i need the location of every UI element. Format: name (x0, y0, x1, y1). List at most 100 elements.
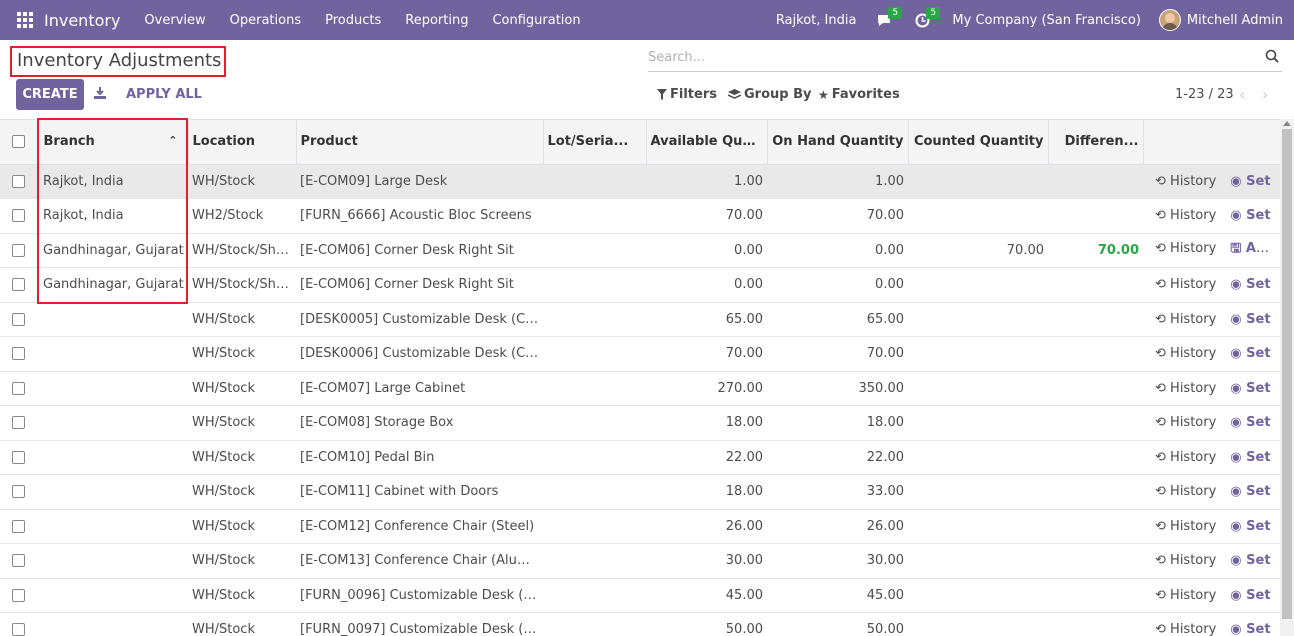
table-row[interactable]: WH/Stock [DESK0006] Customizable Desk (Cu… (0, 336, 1280, 372)
history-button[interactable]: ⟲ History (1155, 622, 1216, 636)
cell-counted-quantity[interactable] (908, 405, 1048, 441)
user-avatar[interactable] (1158, 9, 1181, 31)
row-checkbox[interactable] (0, 233, 37, 268)
apply-button[interactable]: 🖫 Apply (1230, 241, 1280, 256)
download-icon[interactable] (93, 86, 107, 100)
set-button[interactable]: ◉ Set (1230, 588, 1270, 603)
favorites-button[interactable]: ★ Favorites (818, 87, 900, 102)
branch-switcher[interactable]: Rajkot, India (776, 13, 857, 28)
row-checkbox[interactable] (0, 474, 37, 510)
set-button[interactable]: ◉ Set (1230, 174, 1270, 189)
row-checkbox[interactable] (0, 302, 37, 337)
menu-configuration[interactable]: Configuration (480, 13, 592, 28)
cell-counted-quantity[interactable] (908, 371, 1048, 406)
row-checkbox[interactable] (0, 405, 37, 441)
table-row[interactable]: WH/Stock [DESK0005] Customizable Desk (Cu… (0, 302, 1280, 337)
column-branch[interactable]: Branch ⌃ (36, 120, 188, 165)
pager-value[interactable]: 1-23 / 23 (1175, 87, 1234, 102)
filters-button[interactable]: Filters (657, 87, 717, 102)
row-checkbox[interactable] (0, 371, 37, 406)
set-button[interactable]: ◉ Set (1230, 381, 1270, 396)
cell-counted-quantity[interactable] (908, 336, 1048, 372)
set-button[interactable]: ◉ Set (1230, 519, 1270, 534)
cell-counted-quantity[interactable] (908, 578, 1048, 613)
search-input[interactable] (648, 44, 1248, 70)
table-row[interactable]: WH/Stock [E-COM08] Storage Box 18.00 18.00 ⟲… (0, 405, 1280, 441)
scroll-thumb[interactable] (1282, 129, 1292, 619)
table-row[interactable]: WH/Stock [E-COM07] Large Cabinet 270.00 350… (0, 371, 1280, 406)
row-checkbox[interactable] (0, 267, 37, 303)
history-button[interactable]: ⟲ History (1155, 277, 1216, 292)
history-button[interactable]: ⟲ History (1155, 241, 1216, 256)
apps-menu-icon[interactable] (17, 12, 33, 28)
history-button[interactable]: ⟲ History (1155, 174, 1216, 189)
menu-overview[interactable]: Overview (132, 13, 217, 28)
user-menu[interactable]: Mitchell Admin (1187, 13, 1283, 28)
menu-operations[interactable]: Operations (218, 13, 313, 28)
history-button[interactable]: ⟲ History (1155, 381, 1216, 396)
history-button[interactable]: ⟲ History (1155, 208, 1216, 223)
messages-menu[interactable]: 5 (870, 0, 903, 40)
activities-menu[interactable]: 5 (908, 0, 941, 40)
cell-counted-quantity[interactable] (908, 164, 1048, 199)
table-row[interactable]: WH/Stock [FURN_0097] Customizable Desk (S… (0, 612, 1280, 636)
history-button[interactable]: ⟲ History (1155, 553, 1216, 568)
cell-counted-quantity[interactable] (908, 302, 1048, 337)
menu-reporting[interactable]: Reporting (393, 13, 480, 28)
apply-all-button[interactable]: APPLY ALL (126, 87, 202, 102)
column-product[interactable]: Product (295, 120, 543, 165)
set-button[interactable]: ◉ Set (1230, 553, 1270, 568)
column-available-quantity[interactable]: Available Quantity (645, 120, 767, 165)
history-button[interactable]: ⟲ History (1155, 519, 1216, 534)
cell-counted-quantity[interactable]: 70.00 (908, 233, 1048, 268)
table-row[interactable]: Rajkot, India WH/Stock [E-COM09] Large Des… (0, 164, 1280, 199)
search-icon[interactable] (1265, 49, 1279, 63)
row-checkbox[interactable] (0, 612, 37, 636)
column-difference[interactable]: Differen... (1047, 120, 1143, 165)
set-button[interactable]: ◉ Set (1230, 346, 1270, 361)
column-on-hand-quantity[interactable]: On Hand Quantity (766, 120, 908, 165)
group-by-button[interactable]: Group By (728, 87, 811, 102)
cell-counted-quantity[interactable] (908, 267, 1048, 303)
history-button[interactable]: ⟲ History (1155, 312, 1216, 327)
table-row[interactable]: WH/Stock [E-COM12] Conference Chair (Stee… (0, 509, 1280, 544)
history-button[interactable]: ⟲ History (1155, 588, 1216, 603)
cell-counted-quantity[interactable] (908, 612, 1048, 636)
set-button[interactable]: ◉ Set (1230, 208, 1270, 223)
app-brand[interactable]: Inventory (44, 11, 120, 30)
scroll-up-icon[interactable] (1283, 121, 1291, 126)
set-button[interactable]: ◉ Set (1230, 484, 1270, 499)
cell-counted-quantity[interactable] (908, 198, 1048, 234)
history-button[interactable]: ⟲ History (1155, 450, 1216, 465)
table-row[interactable]: WH/Stock [E-COM13] Conference Chair (Alum… (0, 543, 1280, 579)
table-row[interactable]: Rajkot, India WH2/Stock [FURN_6666] Acoust… (0, 198, 1280, 234)
row-checkbox[interactable] (0, 164, 37, 199)
set-button[interactable]: ◉ Set (1230, 415, 1270, 430)
table-row[interactable]: WH/Stock [E-COM10] Pedal Bin 22.00 22.00 ⟲ H… (0, 440, 1280, 475)
create-button[interactable]: CREATE (16, 79, 84, 110)
set-button[interactable]: ◉ Set (1230, 450, 1270, 465)
set-button[interactable]: ◉ Set (1230, 312, 1270, 327)
select-all-checkbox[interactable] (0, 120, 37, 165)
row-checkbox[interactable] (0, 440, 37, 475)
column-lot-serial[interactable]: Lot/Seria... (542, 120, 646, 165)
history-button[interactable]: ⟲ History (1155, 484, 1216, 499)
table-row[interactable]: Gandhinagar, Gujarat WH/Stock/She… [E-COM0… (0, 267, 1280, 303)
pager-previous-icon[interactable]: ‹ (1239, 85, 1245, 104)
row-checkbox[interactable] (0, 336, 37, 372)
set-button[interactable]: ◉ Set (1230, 277, 1270, 292)
row-checkbox[interactable] (0, 509, 37, 544)
cell-counted-quantity[interactable] (908, 474, 1048, 510)
company-switcher[interactable]: My Company (San Francisco) (952, 13, 1140, 28)
row-checkbox[interactable] (0, 578, 37, 613)
cell-counted-quantity[interactable] (908, 509, 1048, 544)
table-row[interactable]: WH/Stock [E-COM11] Cabinet with Doors 18.0… (0, 474, 1280, 510)
set-button[interactable]: ◉ Set (1230, 622, 1270, 636)
cell-counted-quantity[interactable] (908, 440, 1048, 475)
history-button[interactable]: ⟲ History (1155, 415, 1216, 430)
cell-counted-quantity[interactable] (908, 543, 1048, 579)
table-row[interactable]: WH/Stock [FURN_0096] Customizable Desk (S… (0, 578, 1280, 613)
column-counted-quantity[interactable]: Counted Quantity (907, 120, 1048, 165)
scrollbar[interactable] (1280, 119, 1294, 636)
menu-products[interactable]: Products (313, 13, 393, 28)
